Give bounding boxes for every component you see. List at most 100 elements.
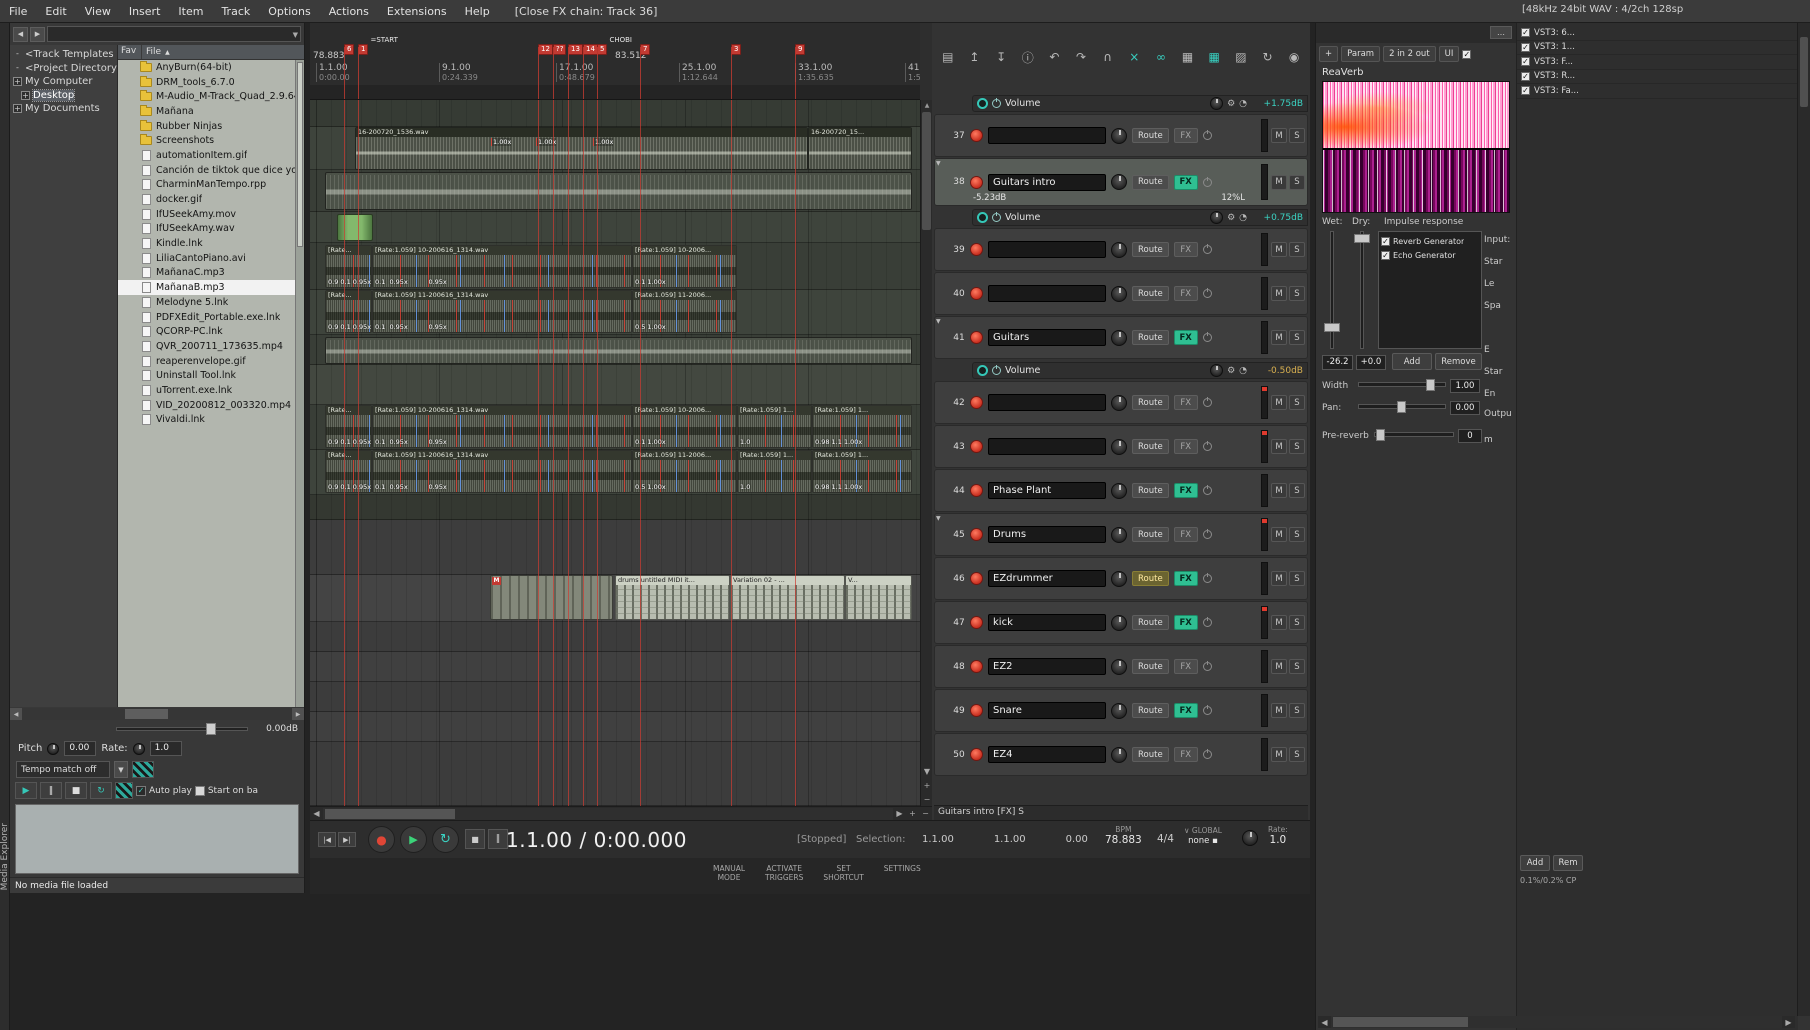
file-row[interactable]: AnyBurn(64-bit): [118, 60, 295, 75]
preview-loop-button[interactable]: ↻: [90, 782, 112, 799]
arrange-vscroll[interactable]: ▲ ▼ + −: [920, 100, 932, 806]
file-row[interactable]: IfUSeekAmy.wav: [118, 222, 295, 237]
dry-db-value[interactable]: +0.0: [1356, 355, 1386, 370]
tempo-match-dropdown-arrow[interactable]: ▼: [114, 761, 128, 778]
track-panel-row[interactable]: 44 Phase Plant Route FX M S: [934, 469, 1308, 512]
mute-button[interactable]: M: [1271, 330, 1287, 345]
scroll-right-icon[interactable]: ▶: [893, 807, 906, 820]
preview-volume-slider[interactable]: [116, 723, 248, 735]
media-item[interactable]: [Rate:1.059] 11-200616_1314.wav 0.1 0.95x…: [372, 290, 632, 333]
timeline-marker[interactable]: 3: [731, 36, 742, 99]
tree-item[interactable]: + My Computer: [10, 75, 117, 89]
solo-button[interactable]: S: [1289, 615, 1305, 630]
transport-action-button[interactable]: ACTIVATE TRIGGERS: [762, 862, 806, 884]
file-row[interactable]: Canción de tiktok que dice you: [118, 163, 295, 178]
pan-knob[interactable]: [1111, 127, 1127, 144]
pan-knob[interactable]: [1111, 241, 1127, 258]
route-button[interactable]: Route: [1132, 286, 1169, 301]
pan-knob[interactable]: [1111, 329, 1127, 346]
route-button[interactable]: Route: [1132, 659, 1169, 674]
file-row[interactable]: Kindle.lnk: [118, 236, 295, 251]
fx-bypass-icon[interactable]: [1202, 130, 1212, 140]
pan-knob[interactable]: [1111, 394, 1127, 411]
mute-button[interactable]: M: [1271, 615, 1287, 630]
fx-chain-item[interactable]: ✓ VST3: R...: [1517, 70, 1798, 84]
mute-button[interactable]: M: [1271, 571, 1287, 586]
file-row[interactable]: PDFXEdit_Portable.exe.lnk: [118, 310, 295, 325]
track-panel-row[interactable]: 48 EZ2 Route FX M S: [934, 645, 1308, 688]
prereverb-value[interactable]: 0: [1458, 429, 1482, 443]
record-arm-button[interactable]: [970, 660, 983, 673]
mute-button[interactable]: M: [1271, 659, 1287, 674]
playrate-display[interactable]: Rate: 1.0: [1268, 825, 1288, 846]
ripple-edit-icon[interactable]: ▨: [1231, 47, 1251, 67]
file-row[interactable]: uTorrent.exe.lnk: [118, 383, 295, 398]
track-panel-row[interactable]: 42 Route FX M S: [934, 381, 1308, 424]
media-item[interactable]: [Rate:1.059] 11-2006... 0.5 1.00x: [632, 290, 737, 333]
fx-options-button[interactable]: …: [1490, 26, 1512, 39]
scroll-thumb[interactable]: [1800, 37, 1808, 107]
track-name[interactable]: Snare: [988, 702, 1106, 719]
stop-button[interactable]: ■: [465, 829, 485, 849]
prereverb-slider[interactable]: [1374, 429, 1454, 441]
route-button[interactable]: Route: [1132, 571, 1169, 586]
timeline-marker[interactable]: 6: [344, 36, 355, 99]
tree-item[interactable]: + My Documents: [10, 102, 117, 116]
pan-knob[interactable]: [1111, 658, 1127, 675]
generator-checkbox[interactable]: ✓: [1381, 236, 1390, 246]
fx-chain-item[interactable]: ✓ VST3: 1...: [1517, 41, 1798, 55]
fx-bypass-icon[interactable]: [1202, 529, 1212, 539]
fx-button[interactable]: FX: [1173, 615, 1198, 630]
file-row[interactable]: DRM_tools_6.7.0: [118, 75, 295, 90]
envelope-power-icon[interactable]: [992, 98, 1001, 108]
envelope-knob[interactable]: [1210, 211, 1224, 224]
slider-thumb[interactable]: [1324, 323, 1340, 332]
fx-chain-item[interactable]: ✓ VST3: Fa...: [1517, 84, 1798, 99]
timeline-marker[interactable]: ??: [553, 36, 567, 99]
track-name[interactable]: Phase Plant: [988, 482, 1106, 499]
undo-icon[interactable]: ↶: [1045, 47, 1065, 67]
media-item[interactable]: [Rate... 0.9 0.1 0.95x: [325, 290, 372, 333]
track-panel-row[interactable]: ▼ 45 Drums Route FX M S: [934, 513, 1308, 556]
fx-param-button[interactable]: Param: [1341, 46, 1381, 62]
stretch-marker[interactable]: 1.00x: [491, 138, 512, 146]
envelope-collapse-icon[interactable]: ▼: [936, 318, 941, 325]
file-row[interactable]: Screenshots: [118, 133, 295, 148]
playrate-knob[interactable]: [1242, 830, 1258, 846]
record-arm-button[interactable]: [970, 616, 983, 629]
track-name[interactable]: Drums: [988, 526, 1106, 543]
playrate-value[interactable]: 1.0: [1268, 834, 1288, 846]
fx-chain-item[interactable]: ✓ VST3: 6...: [1517, 26, 1798, 41]
file-row[interactable]: reaperenvelope.gif: [118, 354, 295, 369]
solo-button[interactable]: S: [1289, 242, 1305, 257]
tree-expander-icon[interactable]: -: [13, 50, 22, 59]
menu-view[interactable]: View: [76, 5, 120, 18]
generator-checkbox[interactable]: ✓: [1381, 250, 1390, 260]
fx-button[interactable]: FX: [1173, 395, 1198, 410]
media-explorer-tab[interactable]: Media Explorer: [0, 823, 10, 890]
solo-button[interactable]: S: [1289, 128, 1305, 143]
transport-action-button[interactable]: SETTINGS: [881, 862, 924, 875]
record-arm-button[interactable]: [970, 440, 983, 453]
fx-bypass-icon[interactable]: [1202, 288, 1212, 298]
width-slider[interactable]: [1358, 379, 1446, 391]
routing-matrix-icon[interactable]: ▦: [1178, 47, 1198, 67]
fx-button[interactable]: FX: [1173, 659, 1198, 674]
fx-bypass-icon[interactable]: [1202, 749, 1212, 759]
media-item[interactable]: [Rate:1.059] 10-2006... 0.1 1.00x: [632, 405, 737, 448]
lock-icon[interactable]: ◉: [1284, 47, 1304, 67]
preview-pause-button[interactable]: ‖: [40, 782, 62, 799]
media-item[interactable]: Variation 02 - ...: [730, 575, 845, 620]
fx-button[interactable]: FX: [1173, 483, 1198, 498]
timeline-marker[interactable]: 7: [640, 36, 651, 99]
fx-chain-add-button[interactable]: Add: [1520, 855, 1550, 871]
tree-expander-icon[interactable]: +: [13, 77, 22, 87]
bpm-value[interactable]: 78.883: [1105, 834, 1142, 846]
scroll-thumb[interactable]: [325, 808, 455, 819]
envelope-lane[interactable]: Volume ⚙ ◔ -0.50dB: [972, 362, 1308, 379]
file-row[interactable]: automationItem.gif: [118, 148, 295, 163]
timeline-marker[interactable]: 14: [583, 36, 598, 99]
route-button[interactable]: Route: [1132, 483, 1169, 498]
track-panel-row[interactable]: ▼ 38 Guitars intro Route FX -5.23dB 12%L M S: [934, 158, 1308, 206]
fx-button[interactable]: FX: [1173, 286, 1198, 301]
